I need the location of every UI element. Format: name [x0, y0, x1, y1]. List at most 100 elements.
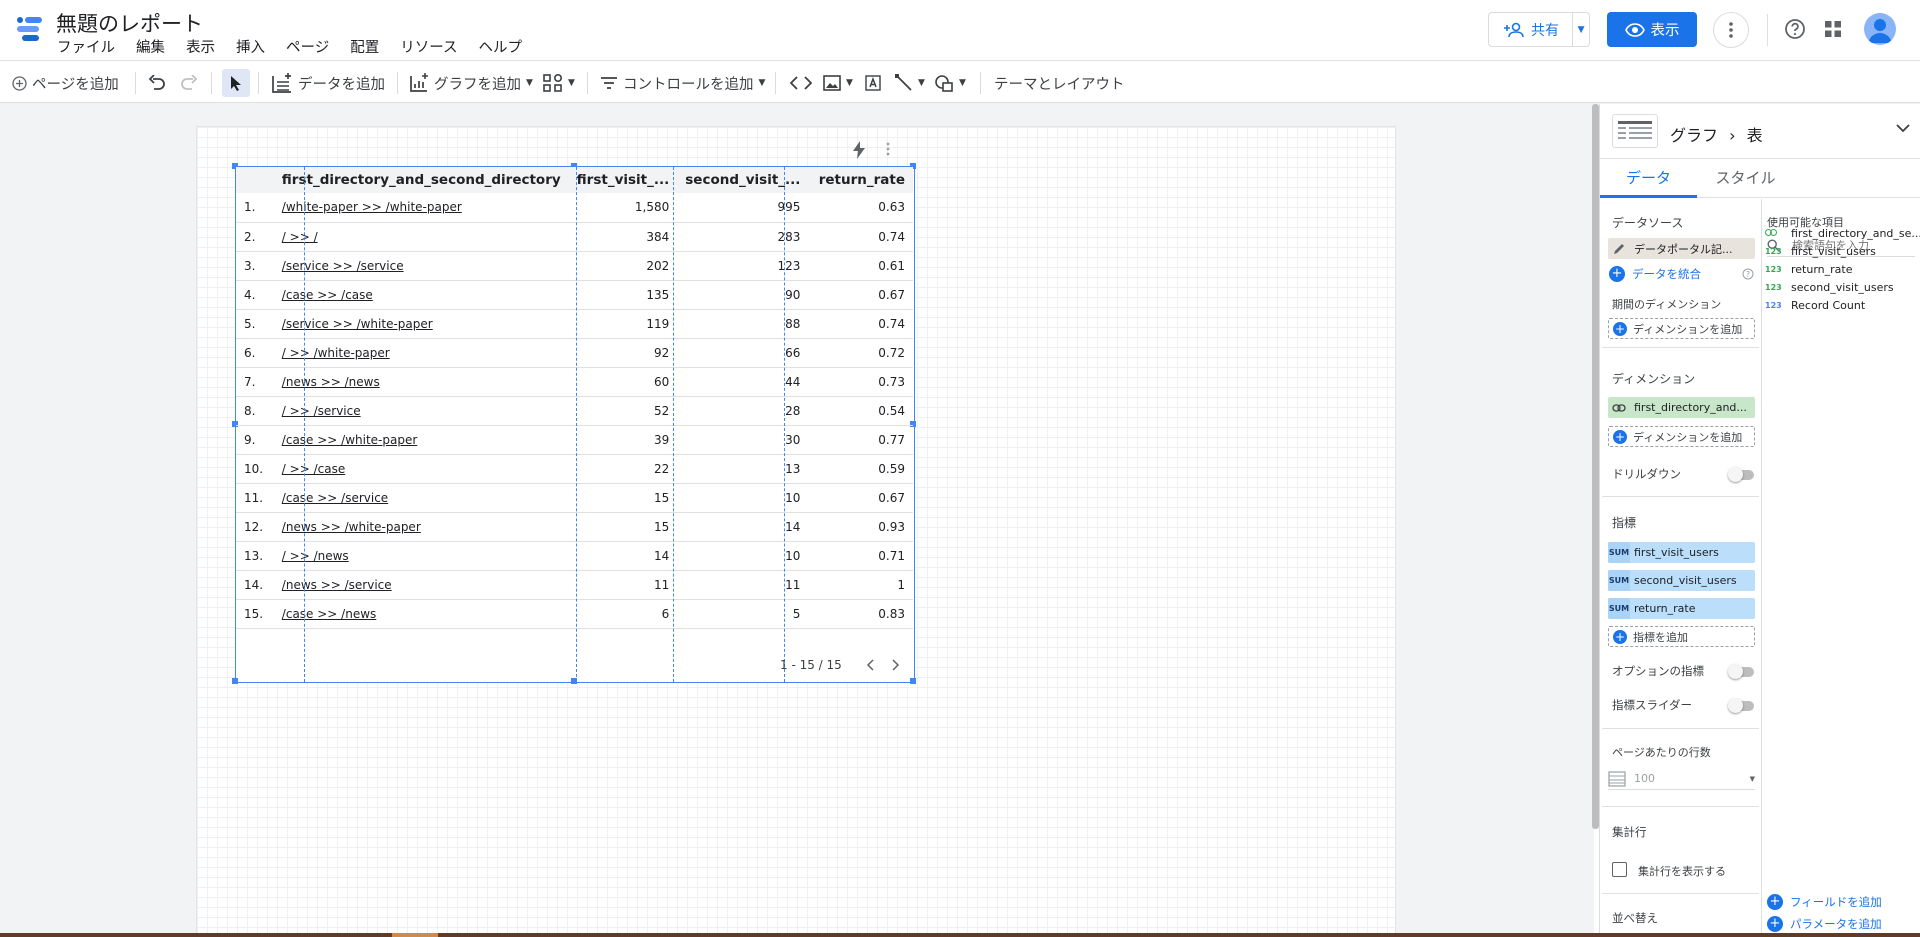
table-row[interactable]: 10. / >> /case 22 13 0.59 — [236, 454, 913, 484]
resize-handle[interactable] — [910, 678, 916, 684]
table-chart-type-icon[interactable] — [1612, 114, 1658, 148]
metric-slider-toggle[interactable] — [1728, 698, 1754, 713]
dimension-cell[interactable]: /news >> /white-paper — [273, 512, 569, 542]
lightning-bolt-icon[interactable] — [852, 141, 866, 159]
tab-style[interactable]: スタイル — [1697, 160, 1794, 198]
resize-handle[interactable] — [232, 678, 238, 684]
insert-line-button[interactable]: ▼ — [895, 68, 925, 98]
breadcrumb-root[interactable]: グラフ — [1670, 126, 1718, 145]
chevron-down-icon[interactable] — [1896, 124, 1910, 133]
blend-data-link[interactable]: + データを統合 — [1609, 266, 1701, 282]
table-row[interactable]: 11./case >> /service 15 10 0.67 — [236, 483, 913, 513]
canvas-scrollbar[interactable] — [1592, 104, 1599, 829]
share-main[interactable]: 共有 — [1489, 13, 1574, 46]
available-field[interactable]: 123 return_rate — [1765, 260, 1852, 278]
embed-code-button[interactable] — [790, 68, 812, 98]
undo-button[interactable] — [148, 68, 166, 98]
select-tool-button[interactable] — [222, 69, 250, 97]
drilldown-toggle[interactable] — [1728, 467, 1754, 482]
add-page-button[interactable]: ページを追加 — [12, 68, 119, 98]
available-field[interactable]: first_directory_and_se... — [1765, 224, 1920, 242]
column-header[interactable]: second_visit_... — [677, 167, 809, 193]
apps-grid-icon[interactable] — [1824, 20, 1842, 38]
menu-help[interactable]: ヘルプ — [479, 36, 523, 58]
redo-button[interactable] — [180, 68, 198, 98]
dimension-cell[interactable]: /case >> /white-paper — [273, 425, 569, 455]
add-date-dimension-button[interactable]: + ディメンションを追加 — [1608, 318, 1755, 339]
dimension-cell[interactable]: /service >> /service — [273, 251, 569, 281]
table-row[interactable]: 12./news >> /white-paper 15 14 0.93 — [236, 512, 913, 542]
data-studio-logo-icon[interactable] — [14, 14, 44, 44]
share-button[interactable]: 共有 ▼ — [1488, 12, 1590, 47]
table-row[interactable]: 3./service >> /service 202 123 0.61 — [236, 251, 913, 281]
menu-file[interactable]: ファイル — [57, 36, 115, 58]
menu-edit[interactable]: 編集 — [136, 36, 165, 58]
dimension-cell[interactable]: / >> /news — [273, 541, 569, 571]
insert-text-button[interactable] — [864, 68, 882, 98]
dimension-cell[interactable]: / >> /case — [273, 454, 569, 484]
menu-view[interactable]: 表示 — [186, 36, 215, 58]
menu-arrange[interactable]: 配置 — [350, 36, 379, 58]
table-row[interactable]: 9./case >> /white-paper 39 30 0.77 — [236, 425, 913, 455]
view-button[interactable]: 表示 — [1607, 12, 1697, 47]
rows-per-page-select[interactable]: 100 ▼ — [1608, 768, 1755, 790]
data-source-chip[interactable]: データポータル記... — [1608, 238, 1755, 259]
dimension-cell[interactable]: /case >> /service — [273, 483, 569, 513]
metric-chip[interactable]: SUM return_rate — [1608, 598, 1755, 619]
dimension-cell[interactable]: / >> /white-paper — [273, 338, 569, 368]
add-component-button[interactable]: ▼ — [543, 68, 575, 98]
tab-data[interactable]: データ — [1600, 160, 1697, 198]
dimension-cell[interactable]: / >> / — [273, 222, 569, 252]
dimension-cell[interactable]: /case >> /case — [273, 280, 569, 310]
column-header[interactable]: first_directory_and_second_directory — [273, 167, 569, 193]
table-row[interactable]: 7./news >> /news 60 44 0.73 — [236, 367, 913, 397]
available-field[interactable]: 123 second_visit_users — [1765, 278, 1894, 296]
table-row[interactable]: 1./white-paper >> /white-paper 1,580 995 0.… — [236, 193, 913, 223]
table-row[interactable]: 13. / >> /news 14 10 0.71 — [236, 541, 913, 571]
chevron-right-icon[interactable] — [892, 659, 900, 671]
table-row[interactable]: 15./case >> /news 6 5 0.83 — [236, 599, 913, 629]
dimension-cell[interactable]: /news >> /service — [273, 570, 569, 600]
table-row[interactable]: 4./case >> /case 135 90 0.67 — [236, 280, 913, 310]
menu-resources[interactable]: リソース — [400, 36, 457, 58]
available-field[interactable]: 123 Record Count — [1765, 296, 1865, 314]
chevron-left-icon[interactable] — [866, 659, 874, 671]
help-icon[interactable]: ? — [1742, 268, 1754, 280]
add-control-button[interactable]: コントロールを追加 ▼ — [600, 68, 765, 98]
add-dimension-button[interactable]: + ディメンションを追加 — [1608, 426, 1755, 447]
menu-insert[interactable]: 挿入 — [236, 36, 265, 58]
add-metric-button[interactable]: + 指標を追加 — [1608, 626, 1755, 647]
optional-metrics-toggle[interactable] — [1728, 664, 1754, 679]
table-row[interactable]: 14./news >> /service 11 11 1 — [236, 570, 913, 600]
share-dropdown-icon[interactable]: ▼ — [1573, 25, 1589, 35]
insert-shape-button[interactable]: ▼ — [934, 68, 966, 98]
dimension-cell[interactable]: /white-paper >> /white-paper — [273, 193, 569, 223]
insert-image-button[interactable]: ▼ — [823, 68, 853, 98]
summary-row-checkbox[interactable] — [1612, 862, 1627, 877]
table-row[interactable]: 2. / >> /384 283 0.74 — [236, 222, 913, 252]
add-data-button[interactable]: データを追加 — [271, 68, 385, 98]
table-row[interactable]: 5./service >> /white-paper 119 88 0.74 — [236, 309, 913, 339]
account-avatar[interactable] — [1864, 13, 1896, 45]
dimension-cell[interactable]: /news >> /news — [273, 367, 569, 397]
help-icon[interactable] — [1784, 18, 1806, 40]
column-header[interactable]: first_visit_... — [568, 167, 678, 193]
metric-chip[interactable]: SUM first_visit_users — [1608, 542, 1755, 563]
metric-chip[interactable]: SUM second_visit_users — [1608, 570, 1755, 591]
menu-page[interactable]: ページ — [286, 36, 329, 58]
theme-layout-button[interactable]: テーマとレイアウト — [994, 68, 1125, 98]
table-row[interactable]: 6. / >> /white-paper 92 66 0.72 — [236, 338, 913, 368]
more-options-button[interactable] — [1713, 12, 1749, 48]
add-field-link[interactable]: + フィールドを追加 — [1767, 894, 1882, 910]
table-row[interactable]: 8. / >> /service 52 28 0.54 — [236, 396, 913, 426]
dimension-cell[interactable]: /service >> /white-paper — [273, 309, 569, 339]
add-chart-button[interactable]: グラフを追加 ▼ — [409, 68, 533, 98]
dimension-cell[interactable]: /case >> /news — [273, 599, 569, 629]
dimension-chip[interactable]: first_directory_and... — [1608, 397, 1755, 418]
dimension-cell[interactable]: / >> /service — [273, 396, 569, 426]
available-field[interactable]: 123 first_visit_users — [1765, 242, 1876, 260]
add-parameter-link[interactable]: + パラメータを追加 — [1767, 916, 1882, 932]
column-header[interactable]: return_rate — [808, 167, 913, 193]
report-title[interactable]: 無題のレポート — [56, 8, 203, 38]
chart-more-icon[interactable] — [886, 142, 890, 156]
